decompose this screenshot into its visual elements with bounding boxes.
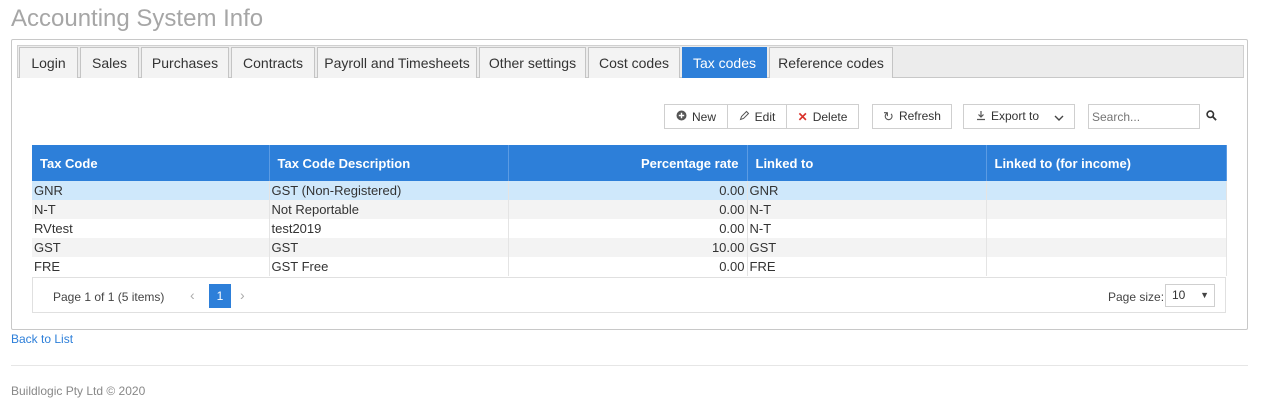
column-header-linked-to-income[interactable]: Linked to (for income) — [986, 145, 1227, 181]
refresh-icon: ↻ — [883, 109, 894, 124]
tab-other-settings[interactable]: Other settings — [479, 47, 586, 78]
page-size-label: Page size: — [1108, 290, 1165, 304]
cell-description: GST (Non-Registered) — [269, 181, 509, 200]
table-row[interactable]: FRE GST Free 0.00 FRE — [32, 257, 1227, 276]
search-input[interactable] — [1088, 104, 1200, 129]
cell-linked-income — [986, 219, 1227, 238]
pager-summary: Page 1 of 1 (5 items) — [53, 290, 165, 304]
search-icon — [1205, 110, 1217, 123]
table-row[interactable]: GST GST 10.00 GST — [32, 238, 1227, 257]
refresh-button[interactable]: ↻ Refresh — [872, 104, 952, 129]
cell-rate: 0.00 — [508, 200, 748, 219]
export-label: Export to — [991, 109, 1040, 123]
tab-contracts[interactable]: Contracts — [231, 47, 315, 78]
cell-tax-code: N-T — [32, 200, 270, 219]
cell-linked: GST — [747, 238, 987, 257]
cell-description: GST Free — [269, 257, 509, 276]
tab-tax-codes[interactable]: Tax codes — [682, 47, 767, 78]
cell-linked-income — [986, 181, 1227, 200]
cell-rate: 10.00 — [508, 238, 748, 257]
table-row[interactable]: GNR GST (Non-Registered) 0.00 GNR — [32, 181, 1227, 200]
download-icon — [976, 110, 986, 123]
cell-description: test2019 — [269, 219, 509, 238]
pencil-icon — [739, 110, 750, 123]
tab-sales[interactable]: Sales — [80, 47, 139, 78]
column-header-tax-code[interactable]: Tax Code — [32, 145, 270, 181]
cell-description: GST — [269, 238, 509, 257]
cell-tax-code: GNR — [32, 181, 270, 200]
cell-rate: 0.00 — [508, 219, 748, 238]
tab-bar: Login Sales Purchases Contracts Payroll … — [17, 45, 1244, 78]
page-size-select[interactable]: 10 ▼ — [1165, 284, 1215, 307]
cell-rate: 0.00 — [508, 257, 748, 276]
refresh-label: Refresh — [898, 109, 941, 123]
table-row[interactable]: N-T Not Reportable 0.00 N-T — [32, 200, 1227, 219]
cell-linked-income — [986, 257, 1227, 276]
edit-label: Edit — [754, 109, 776, 124]
new-button[interactable]: New — [664, 104, 728, 129]
search-button[interactable] — [1200, 104, 1222, 129]
tab-cost-codes[interactable]: Cost codes — [588, 47, 680, 78]
delete-button[interactable]: ✕ Delete — [786, 104, 859, 129]
chevron-down-icon — [1054, 111, 1064, 123]
cell-description: Not Reportable — [269, 200, 509, 219]
tab-payroll-and-timesheets[interactable]: Payroll and Timesheets — [317, 47, 477, 78]
delete-label: Delete — [812, 109, 848, 124]
cell-linked: GNR — [747, 181, 987, 200]
close-icon: ✕ — [797, 109, 808, 124]
column-header-percentage-rate[interactable]: Percentage rate — [508, 145, 748, 181]
chevron-right-icon[interactable]: › — [240, 287, 245, 303]
grid-header-row: Tax Code Tax Code Description Percentage… — [32, 145, 1227, 181]
tax-codes-grid: Tax Code Tax Code Description Percentage… — [32, 145, 1227, 276]
cell-tax-code: FRE — [32, 257, 270, 276]
cell-tax-code: RVtest — [32, 219, 270, 238]
column-header-description[interactable]: Tax Code Description — [269, 145, 509, 181]
page-title: Accounting System Info — [11, 5, 264, 32]
tab-login[interactable]: Login — [19, 47, 78, 78]
caret-down-icon: ▼ — [1200, 290, 1209, 300]
cell-linked: N-T — [747, 219, 987, 238]
tab-purchases[interactable]: Purchases — [141, 47, 229, 78]
plus-circle-icon — [676, 110, 687, 123]
cell-linked: N-T — [747, 200, 987, 219]
grid-actions: New Edit ✕ Delete — [664, 104, 859, 129]
column-header-linked-to[interactable]: Linked to — [747, 145, 987, 181]
divider — [11, 365, 1248, 366]
export-to-button[interactable]: Export to — [963, 104, 1075, 129]
page-size-value: 10 — [1172, 288, 1186, 302]
back-to-list-link[interactable]: Back to List — [11, 332, 73, 346]
cell-tax-code: GST — [32, 238, 270, 257]
pager-page-button[interactable]: 1 — [209, 284, 231, 308]
chevron-left-icon[interactable]: ‹ — [190, 287, 195, 303]
new-label: New — [691, 109, 716, 124]
pager: Page 1 of 1 (5 items) ‹ 1 › Page size: 1… — [32, 277, 1226, 313]
edit-button[interactable]: Edit — [727, 104, 787, 129]
table-row[interactable]: RVtest test2019 0.00 N-T — [32, 219, 1227, 238]
cell-linked: FRE — [747, 257, 987, 276]
tab-reference-codes[interactable]: Reference codes — [769, 47, 893, 78]
cell-linked-income — [986, 200, 1227, 219]
footer-copyright: Buildlogic Pty Ltd © 2020 — [11, 384, 146, 398]
cell-rate: 0.00 — [508, 181, 748, 200]
cell-linked-income — [986, 238, 1227, 257]
